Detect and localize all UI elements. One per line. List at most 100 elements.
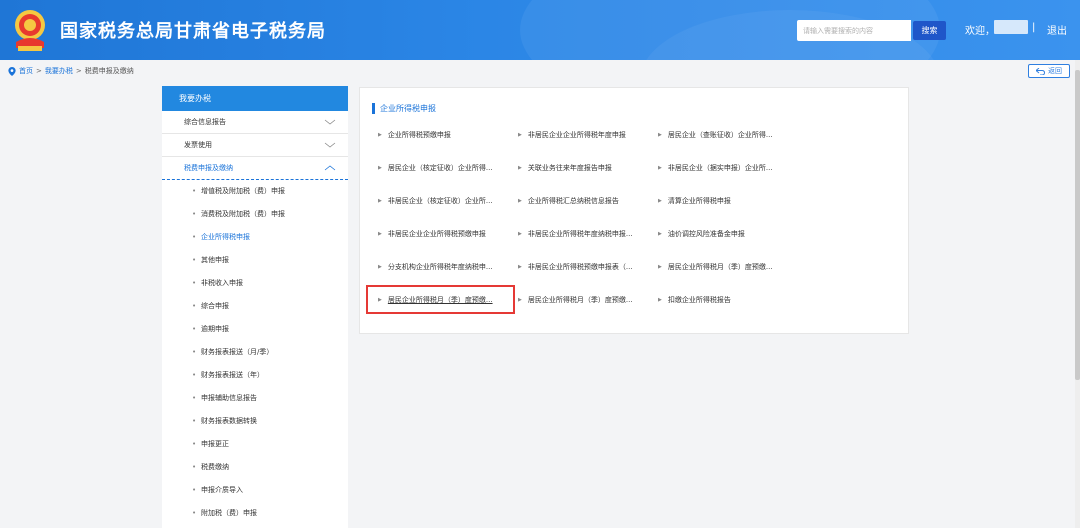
sidebar-sub-label: 增值税及附加税（费）申报 <box>201 187 285 195</box>
sidebar-sub-item[interactable]: • 附加税（费）申报 <box>162 502 348 525</box>
location-pin-icon <box>8 66 16 76</box>
sidebar-sub-item[interactable]: • 增值税及附加税（费）申报 <box>162 180 348 203</box>
tax-emblem-icon <box>15 10 45 51</box>
bullet: • <box>192 325 197 333</box>
triangle-icon: ▶ <box>658 198 662 204</box>
service-label: 企业所得税预缴申报 <box>387 131 451 139</box>
triangle-icon: ▶ <box>658 165 662 171</box>
sidebar-group-invoice[interactable]: 发票使用 <box>162 134 348 157</box>
bullet: • <box>192 394 197 402</box>
return-icon <box>1036 67 1045 75</box>
service-label: 居民企业（查账征收）企业所得... <box>667 131 773 139</box>
panel-title-text: 企业所得税申报 <box>380 104 436 113</box>
triangle-icon: ▶ <box>518 165 522 171</box>
sidebar-header: 我要办税 <box>162 86 348 111</box>
logout-link[interactable]: 退出 <box>1047 22 1067 37</box>
service-label: 居民企业所得税月（季）度预缴... <box>667 263 773 271</box>
sidebar-group-info-report[interactable]: 综合信息报告 <box>162 111 348 134</box>
sidebar-sub-item-corporate-income-tax[interactable]: • 企业所得税申报 <box>162 226 348 249</box>
sidebar-sub-list: • 增值税及附加税（费）申报 • 消费税及附加税（费）申报 • 企业所得税申报 • 其他… <box>162 180 348 525</box>
service-label: 关联业务往来年度报告申报 <box>527 164 612 172</box>
triangle-icon: ▶ <box>658 264 662 270</box>
bullet: • <box>192 371 197 379</box>
service-item[interactable]: ▶ 居民企业所得税月（季）度预缴... <box>658 262 773 272</box>
service-item[interactable]: ▶ 扣缴企业所得税报告 <box>658 295 731 305</box>
sidebar-sub-item[interactable]: • 申报更正 <box>162 433 348 456</box>
sidebar-sub-label: 税费缴纳 <box>201 463 229 471</box>
bullet: • <box>192 509 197 517</box>
chevron-down-icon <box>324 119 336 125</box>
bullet: • <box>192 463 197 471</box>
service-item[interactable]: ▶ 企业所得税预缴申报 <box>378 130 451 140</box>
service-item[interactable]: ▶ 非居民企业（核定征收）企业所... <box>378 196 493 206</box>
service-label: 非居民企业（据实申报）企业所... <box>667 164 773 172</box>
sidebar-group-tax-declaration[interactable]: 税费申报及缴纳 <box>162 157 348 180</box>
triangle-icon: ▶ <box>518 297 522 303</box>
sidebar-sub-item[interactable]: • 申报辅助信息报告 <box>162 387 348 410</box>
sidebar-sub-item[interactable]: • 财务报表数据转换 <box>162 410 348 433</box>
service-item[interactable]: ▶ 油价调控风险准备金申报 <box>658 229 745 239</box>
sidebar-sub-item[interactable]: • 税费缴纳 <box>162 456 348 479</box>
service-label: 居民企业（核定征收）企业所得... <box>387 164 493 172</box>
service-item[interactable]: ▶ 非居民企业企业所得税年度申报 <box>518 130 626 140</box>
service-item[interactable]: ▶ 非居民企业所得税预缴申报表（... <box>518 262 633 272</box>
bullet: • <box>192 486 197 494</box>
bullet: • <box>192 440 197 448</box>
header-separator: | <box>1032 22 1036 33</box>
sidebar-sub-label: 综合申报 <box>201 302 229 310</box>
service-item[interactable]: ▶ 关联业务往来年度报告申报 <box>518 163 612 173</box>
service-label: 非居民企业企业所得税年度申报 <box>527 131 626 139</box>
sidebar-sub-item[interactable]: • 综合申报 <box>162 295 348 318</box>
sidebar-sub-item[interactable]: • 逾期申报 <box>162 318 348 341</box>
triangle-icon: ▶ <box>518 198 522 204</box>
service-item[interactable]: ▶ 居民企业所得税月（季）度预缴... <box>518 295 633 305</box>
service-item[interactable]: ▶ 清算企业所得税申报 <box>658 196 731 206</box>
service-item[interactable]: ▶ 非居民企业所得税年度纳税申报... <box>518 229 633 239</box>
service-item[interactable]: ▶ 居民企业（查账征收）企业所得... <box>658 130 773 140</box>
welcome-text: 欢迎， <box>965 26 995 37</box>
search-button[interactable]: 搜索 <box>913 21 946 40</box>
search-input[interactable] <box>797 20 911 41</box>
page-scrollbar[interactable] <box>1075 60 1080 528</box>
back-label: 返回 <box>1048 67 1062 75</box>
service-label: 清算企业所得税申报 <box>667 197 731 205</box>
service-label: 非居民企业所得税年度纳税申报... <box>527 230 633 238</box>
sidebar-sub-label: 企业所得税申报 <box>201 233 250 241</box>
service-label: 居民企业所得税月（季）度预缴... <box>527 296 633 304</box>
back-button[interactable]: 返回 <box>1028 64 1070 78</box>
sidebar-sub-item[interactable]: • 财务报表报送（年） <box>162 364 348 387</box>
triangle-icon: ▶ <box>518 231 522 237</box>
service-item[interactable]: ▶ 居民企业（核定征收）企业所得... <box>378 163 493 173</box>
sidebar-sub-label: 财务报表数据转换 <box>201 417 257 425</box>
service-item[interactable]: ▶ 非居民企业企业所得税预缴申报 <box>378 229 486 239</box>
sidebar-sub-label: 申报辅助信息报告 <box>201 394 257 402</box>
chevron-up-icon <box>324 165 336 171</box>
bullet: • <box>192 302 197 310</box>
service-label: 扣缴企业所得税报告 <box>667 296 731 304</box>
sidebar-sub-label: 逾期申报 <box>201 325 229 333</box>
scrollbar-thumb[interactable] <box>1075 70 1080 380</box>
title-accent-bar <box>372 103 375 114</box>
sidebar-sub-label: 非税收入申报 <box>201 279 243 287</box>
triangle-icon: ▶ <box>378 165 382 171</box>
breadcrumb-level1[interactable]: 我要办税 <box>45 66 73 76</box>
triangle-icon: ▶ <box>378 198 382 204</box>
service-item[interactable]: ▶ 企业所得税汇总纳税信息报告 <box>518 196 619 206</box>
site-title: 国家税务总局甘肃省电子税务局 <box>60 21 326 42</box>
service-item[interactable]: ▶ 非居民企业（据实申报）企业所... <box>658 163 773 173</box>
sidebar-sub-item[interactable]: • 非税收入申报 <box>162 272 348 295</box>
breadcrumb-home[interactable]: 首页 <box>19 66 33 76</box>
sidebar-sub-item[interactable]: • 财务报表报送（月/季） <box>162 341 348 364</box>
triangle-icon: ▶ <box>378 264 382 270</box>
triangle-icon: ▶ <box>518 132 522 138</box>
service-label: 非居民企业（核定征收）企业所... <box>387 197 493 205</box>
triangle-icon: ▶ <box>378 132 382 138</box>
service-item[interactable]: ▶ 分支机构企业所得税年度纳税申... <box>378 262 493 272</box>
sidebar-sub-item[interactable]: • 消费税及附加税（费）申报 <box>162 203 348 226</box>
triangle-icon: ▶ <box>658 231 662 237</box>
bullet: • <box>192 256 197 264</box>
sidebar-sub-item[interactable]: • 其他申报 <box>162 249 348 272</box>
triangle-icon: ▶ <box>658 297 662 303</box>
service-label: 油价调控风险准备金申报 <box>667 230 745 238</box>
sidebar-sub-item[interactable]: • 申报介质导入 <box>162 479 348 502</box>
